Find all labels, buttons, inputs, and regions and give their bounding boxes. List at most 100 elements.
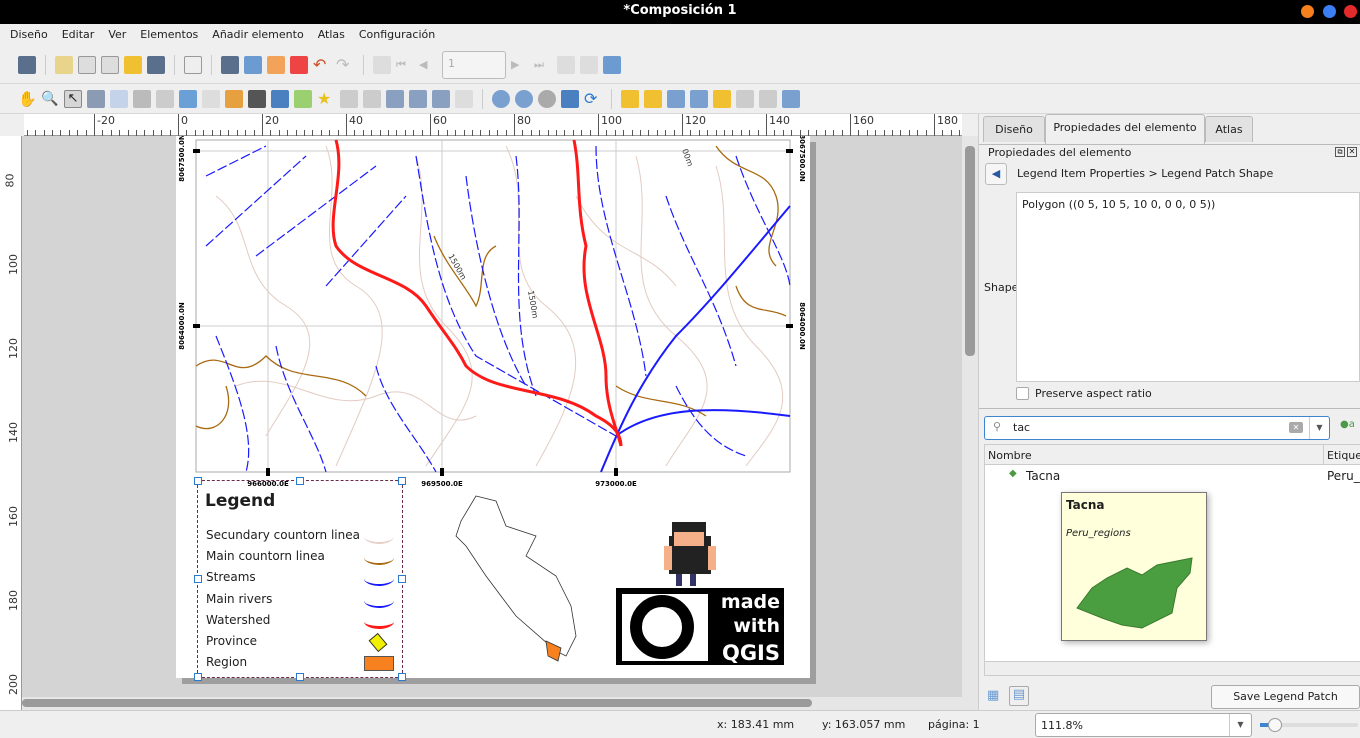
clear-search-icon[interactable]: ✕ (1289, 422, 1303, 433)
minimize-button[interactable] (1301, 5, 1314, 18)
menu-atlas[interactable]: Atlas (311, 24, 352, 46)
column-header-etiqueta[interactable]: Etique (1323, 445, 1360, 465)
menu-diseno[interactable]: Diseño (3, 24, 55, 46)
menu-anadir-elemento[interactable]: Añadir elemento (205, 24, 310, 46)
atlas-settings-icon[interactable] (603, 55, 621, 74)
add-label-icon[interactable] (202, 89, 220, 108)
first-feature-icon[interactable]: ⏮ (396, 56, 414, 74)
layout-manager-icon[interactable] (101, 55, 119, 74)
zoom-full-icon[interactable] (561, 89, 579, 108)
tab-propiedades-del-elemento[interactable]: Propiedades del elemento (1045, 114, 1205, 144)
resize-handle[interactable] (194, 673, 202, 681)
move-content-icon[interactable] (87, 89, 105, 108)
group-icon[interactable] (667, 89, 685, 108)
last-feature-icon[interactable]: ⏭ (534, 56, 552, 74)
redo-icon[interactable]: ↷ (336, 55, 354, 74)
add-shape-icon[interactable] (294, 89, 312, 108)
scrollbar-thumb[interactable] (965, 146, 975, 356)
duplicate-layout-icon[interactable] (78, 55, 96, 74)
add-fixed-table-icon[interactable] (432, 89, 450, 108)
zoom-out-icon[interactable] (515, 89, 533, 108)
undo-icon[interactable]: ↶ (313, 55, 331, 74)
list-view-icon[interactable]: ▤ (1009, 686, 1029, 706)
add-polyline-icon[interactable] (363, 89, 381, 108)
save-template-icon[interactable] (147, 55, 165, 74)
print-icon[interactable] (221, 55, 239, 74)
zoom-actual-icon[interactable] (538, 89, 556, 108)
float-icon[interactable]: ⧉ (1335, 147, 1345, 157)
add-elevation-profile-icon[interactable] (455, 89, 473, 108)
menu-configuracion[interactable]: Configuración (352, 24, 442, 46)
icon-view-icon[interactable]: ▦ (987, 688, 1003, 704)
search-dropdown-icon[interactable]: ▼ (1309, 417, 1329, 439)
close-panel-icon[interactable]: ✕ (1347, 147, 1357, 157)
export-pdf-icon[interactable] (290, 55, 308, 74)
export-atlas-icon[interactable] (580, 55, 598, 74)
align-left-icon[interactable] (736, 89, 754, 108)
back-button[interactable]: ◀ (985, 163, 1007, 185)
new-layout-icon[interactable] (55, 55, 73, 74)
symbol-search-input[interactable]: ⚲ tac ✕ ▼ (984, 416, 1330, 440)
save-legend-patch-shape-button[interactable]: Save Legend Patch Shape... (1211, 685, 1360, 725)
print-atlas-icon[interactable] (557, 55, 575, 74)
raise-icon[interactable] (713, 89, 731, 108)
atlas-page-select[interactable]: 1 (442, 50, 506, 79)
resize-handle[interactable] (398, 477, 406, 485)
add-page-icon[interactable] (184, 55, 202, 74)
maximize-button[interactable] (1323, 5, 1336, 18)
menu-ver[interactable]: Ver (101, 24, 133, 46)
resize-handle[interactable] (398, 575, 406, 583)
open-folder-icon[interactable] (124, 55, 142, 74)
export-image-icon[interactable] (244, 55, 262, 74)
select-icon[interactable]: ↖ (64, 89, 82, 108)
pan-icon[interactable]: ✋ (18, 90, 37, 108)
legend-item[interactable]: Legend Secundary countorn linea Main coun… (194, 477, 406, 681)
style-manager-icon[interactable]: ●a (1340, 419, 1356, 435)
resize-handle[interactable] (194, 575, 202, 583)
add-picture-icon[interactable] (179, 89, 197, 108)
resize-handle[interactable] (398, 673, 406, 681)
tab-diseno[interactable]: Diseño (983, 116, 1045, 142)
add-3d-map-icon[interactable] (133, 89, 151, 108)
list-item[interactable]: ◆ Tacna Peru_ (985, 466, 1360, 486)
zoom-slider[interactable] (1260, 718, 1358, 732)
distribute-icon[interactable] (759, 89, 777, 108)
add-legend-icon[interactable] (225, 89, 243, 108)
resize-icon[interactable] (782, 89, 800, 108)
column-header-nombre[interactable]: Nombre (988, 449, 1032, 462)
zoom-tool-icon[interactable]: 🔍 (41, 90, 59, 108)
layout-canvas[interactable]: 1500m 1500m 00m 966000.0E 969500.0E 9730… (22, 136, 962, 710)
add-arrow-icon[interactable] (340, 89, 358, 108)
menu-elementos[interactable]: Elementos (133, 24, 205, 46)
add-north-arrow-icon[interactable] (271, 89, 289, 108)
shape-wkt-field[interactable]: Polygon ((0 5, 10 5, 10 0, 0 0, 0 5)) (1016, 192, 1360, 382)
refresh-icon[interactable]: ⟳ (584, 89, 602, 108)
add-map-icon[interactable] (156, 89, 174, 108)
ungroup-icon[interactable] (690, 89, 708, 108)
resize-handle[interactable] (296, 673, 304, 681)
next-feature-icon[interactable]: ▶ (511, 56, 529, 74)
prev-feature-icon[interactable]: ◀ (419, 56, 437, 74)
atlas-preview-icon[interactable] (373, 55, 391, 74)
add-html-icon[interactable] (386, 89, 404, 108)
edit-nodes-icon[interactable] (110, 89, 128, 108)
scrollbar-thumb[interactable] (22, 699, 812, 707)
zoom-in-icon[interactable] (492, 89, 510, 108)
export-svg-icon[interactable] (267, 55, 285, 74)
horizontal-scrollbar[interactable] (22, 697, 962, 710)
preserve-aspect-checkbox[interactable] (1016, 387, 1029, 400)
add-marker-icon[interactable]: ★ (317, 89, 335, 108)
resize-handle[interactable] (296, 477, 304, 485)
save-icon[interactable] (18, 55, 36, 74)
horizontal-scrollbar[interactable] (985, 661, 1360, 675)
tab-atlas[interactable]: Atlas (1205, 116, 1253, 142)
add-attribute-table-icon[interactable] (409, 89, 427, 108)
resize-handle[interactable] (194, 477, 202, 485)
vertical-scrollbar[interactable] (962, 136, 978, 710)
chevron-down-icon[interactable]: ▼ (1229, 714, 1251, 736)
unlock-items-icon[interactable] (644, 89, 662, 108)
add-scalebar-icon[interactable] (248, 89, 266, 108)
lock-items-icon[interactable] (621, 89, 639, 108)
close-button[interactable] (1344, 5, 1357, 18)
slider-handle[interactable] (1268, 718, 1282, 732)
